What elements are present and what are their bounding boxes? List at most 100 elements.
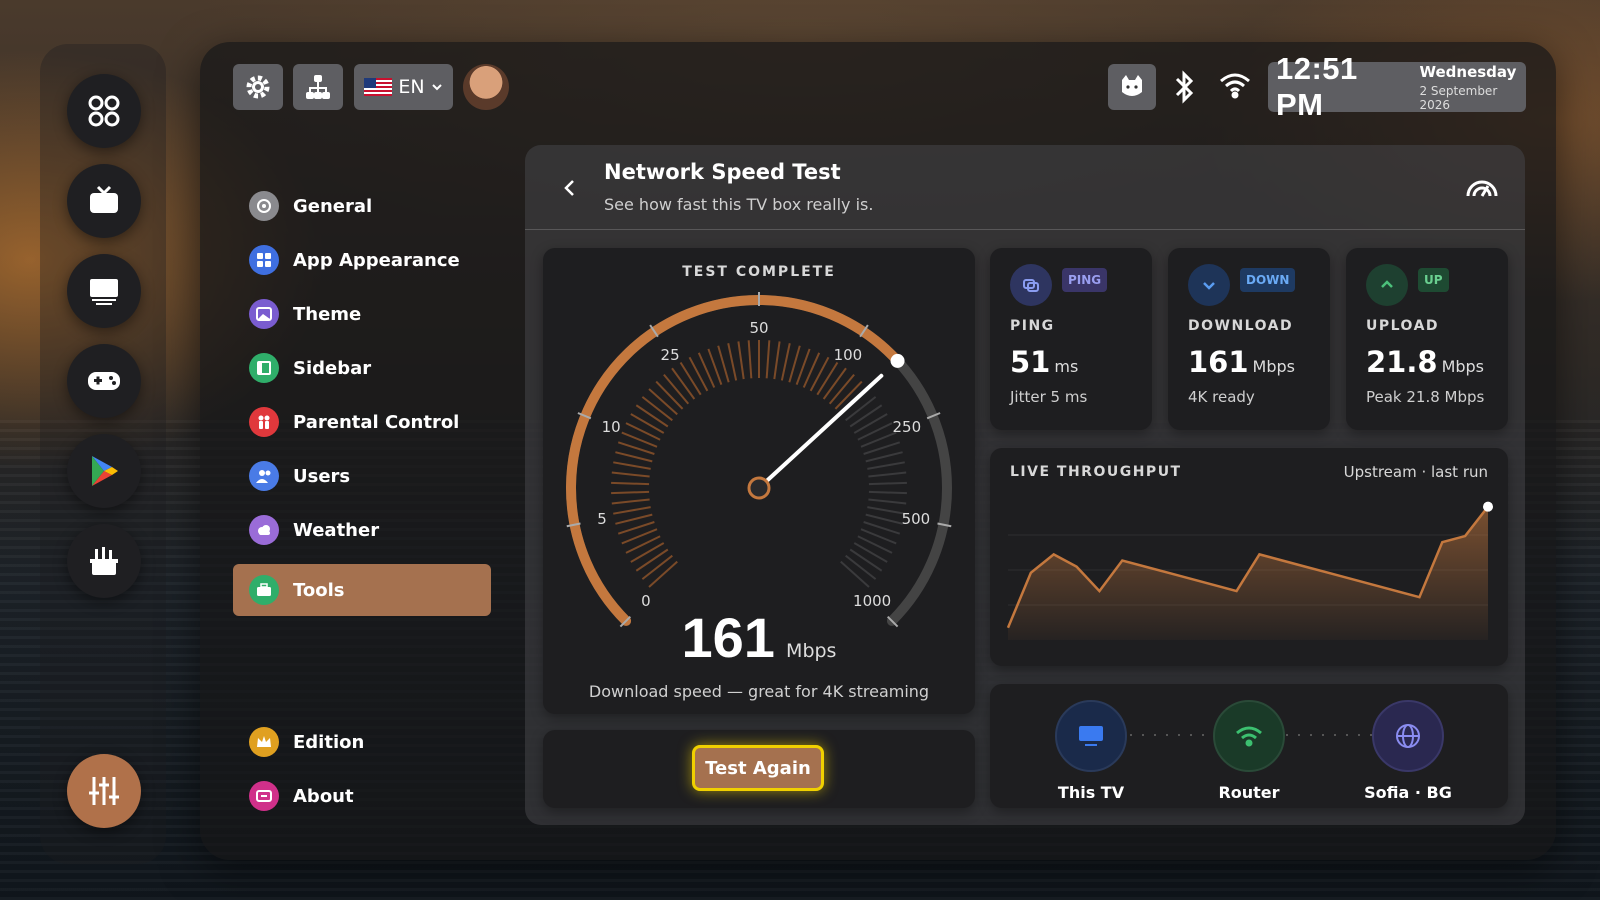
monitor-icon	[1079, 726, 1103, 746]
rail-games-button[interactable]	[67, 344, 141, 418]
rail-settings-button[interactable]	[67, 754, 141, 828]
clock-date: 2 September 2026	[1419, 83, 1498, 112]
gauge-minor-tick	[648, 388, 678, 416]
image-icon	[249, 299, 279, 329]
family-icon	[249, 407, 279, 437]
language-selector[interactable]: EN	[354, 64, 453, 110]
speed-gauge: 051025501002505001000	[566, 292, 952, 628]
gauge-minor-tick	[773, 341, 781, 380]
test-again-button[interactable]: Test Again	[692, 745, 824, 791]
user-avatar[interactable]	[463, 64, 509, 110]
gauge-minor-tick	[613, 506, 651, 515]
gauge-unit: Mbps	[786, 640, 837, 662]
toolbox-icon	[90, 547, 118, 575]
gauge-minor-tick	[840, 560, 870, 588]
node-router	[1213, 700, 1285, 772]
gauge-minor-tick	[727, 343, 738, 381]
gauge-minor-tick	[615, 513, 653, 525]
chevron-down-icon	[431, 84, 442, 91]
header-divider	[525, 229, 1525, 230]
toolbox-icon	[249, 575, 279, 605]
download-value: 161 Mbps	[1188, 345, 1295, 379]
gauge-minor-tick	[828, 373, 855, 405]
download-number: 161	[1188, 345, 1249, 379]
gauge-minor-tick	[615, 451, 653, 463]
users-icon	[249, 461, 279, 491]
gauge-value-dot	[890, 353, 905, 368]
monitor-icon	[90, 279, 118, 305]
node-this-tv	[1055, 700, 1127, 772]
menu-label: Users	[293, 465, 351, 487]
menu-item-tools[interactable]: Tools	[233, 564, 491, 616]
gauge-minor-tick	[788, 345, 801, 383]
chevron-up-icon	[1366, 264, 1408, 306]
rail-tools-button[interactable]	[67, 524, 141, 598]
chevron-down-icon	[1188, 264, 1230, 306]
tv-icon	[90, 185, 118, 213]
bluetooth-icon[interactable]	[1171, 70, 1197, 104]
menu-item-general[interactable]: General	[233, 180, 491, 232]
back-arrow-icon[interactable]	[560, 178, 580, 198]
play-store-icon	[92, 456, 118, 486]
rail-apps-button[interactable]	[67, 74, 141, 148]
gauge-minor-tick	[611, 490, 650, 495]
rail-monitor-button[interactable]	[67, 254, 141, 328]
download-badge: DOWN	[1240, 268, 1296, 292]
gauge-minor-tick	[671, 367, 696, 400]
gauge-minor-tick	[688, 356, 709, 392]
menu-item-edition[interactable]: Edition	[233, 716, 491, 768]
gauge-minor-tick	[845, 396, 877, 422]
gauge-minor-tick	[679, 361, 702, 396]
profile-button[interactable]	[1108, 64, 1156, 110]
sidebar-icon	[249, 353, 279, 383]
gear-icon	[246, 75, 270, 99]
gauge-minor-tick	[849, 404, 883, 428]
menu-item-theme[interactable]: Theme	[233, 288, 491, 340]
gauge-minor-tick	[635, 548, 669, 572]
throughput-title: LIVE THROUGHPUT	[1010, 464, 1182, 480]
menu-item-users[interactable]: Users	[233, 450, 491, 502]
gauge-minor-tick	[868, 481, 907, 486]
gauge-minor-tick	[849, 548, 883, 572]
gauge-tick-label: 10	[602, 418, 621, 436]
gauge-value: 161	[681, 606, 775, 669]
download-note: 4K ready	[1188, 388, 1255, 406]
menu-item-weather[interactable]: Weather	[233, 504, 491, 556]
rail-tv-button[interactable]	[67, 164, 141, 238]
menu-label: Theme	[293, 303, 362, 325]
menu-item-parental-control[interactable]: Parental Control	[233, 396, 491, 448]
gauge-minor-tick	[737, 341, 745, 380]
info-icon	[249, 781, 279, 811]
node-server-label: Sofia · BG	[1364, 783, 1452, 802]
page-subtitle: See how fast this TV box really is.	[604, 195, 874, 214]
clock-widget: 12:51 PM Wednesday 2 September 2026	[1268, 51, 1526, 122]
gauge-tick-label: 250	[893, 418, 922, 436]
ping-number: 51	[1010, 345, 1051, 379]
rail-play-store-button[interactable]	[67, 434, 141, 508]
ping-label: PING	[1010, 318, 1055, 334]
menu-item-about[interactable]: About	[233, 770, 491, 822]
menu-item-sidebar[interactable]: Sidebar	[233, 342, 491, 394]
wifi-icon[interactable]	[1218, 70, 1252, 100]
menu-item-app-appearance[interactable]: App Appearance	[233, 234, 491, 286]
menu-label: Edition	[293, 731, 365, 753]
cat-icon	[1122, 75, 1142, 96]
menu-label: App Appearance	[293, 249, 460, 271]
gauge-minor-tick	[865, 451, 903, 463]
gauge-minor-tick	[611, 498, 650, 505]
page-title: Network Speed Test	[604, 160, 841, 184]
menu-label: Weather	[293, 519, 380, 541]
gauge-minor-tick	[641, 396, 673, 422]
sliders-icon	[89, 777, 119, 805]
gauge-minor-tick	[780, 343, 791, 381]
gauge-minor-tick	[853, 413, 888, 434]
network-button[interactable]	[293, 64, 343, 110]
gauge-minor-tick	[868, 498, 907, 505]
gauge-tick-label: 25	[661, 346, 680, 364]
ping-jitter: Jitter 5 ms	[1010, 388, 1088, 406]
ping-value: 51 ms	[1010, 345, 1078, 379]
gauge-minor-tick	[611, 471, 650, 478]
gauge-tick-label: 100	[834, 346, 863, 364]
settings-button[interactable]	[233, 64, 283, 110]
speedometer-icon	[1466, 180, 1498, 197]
